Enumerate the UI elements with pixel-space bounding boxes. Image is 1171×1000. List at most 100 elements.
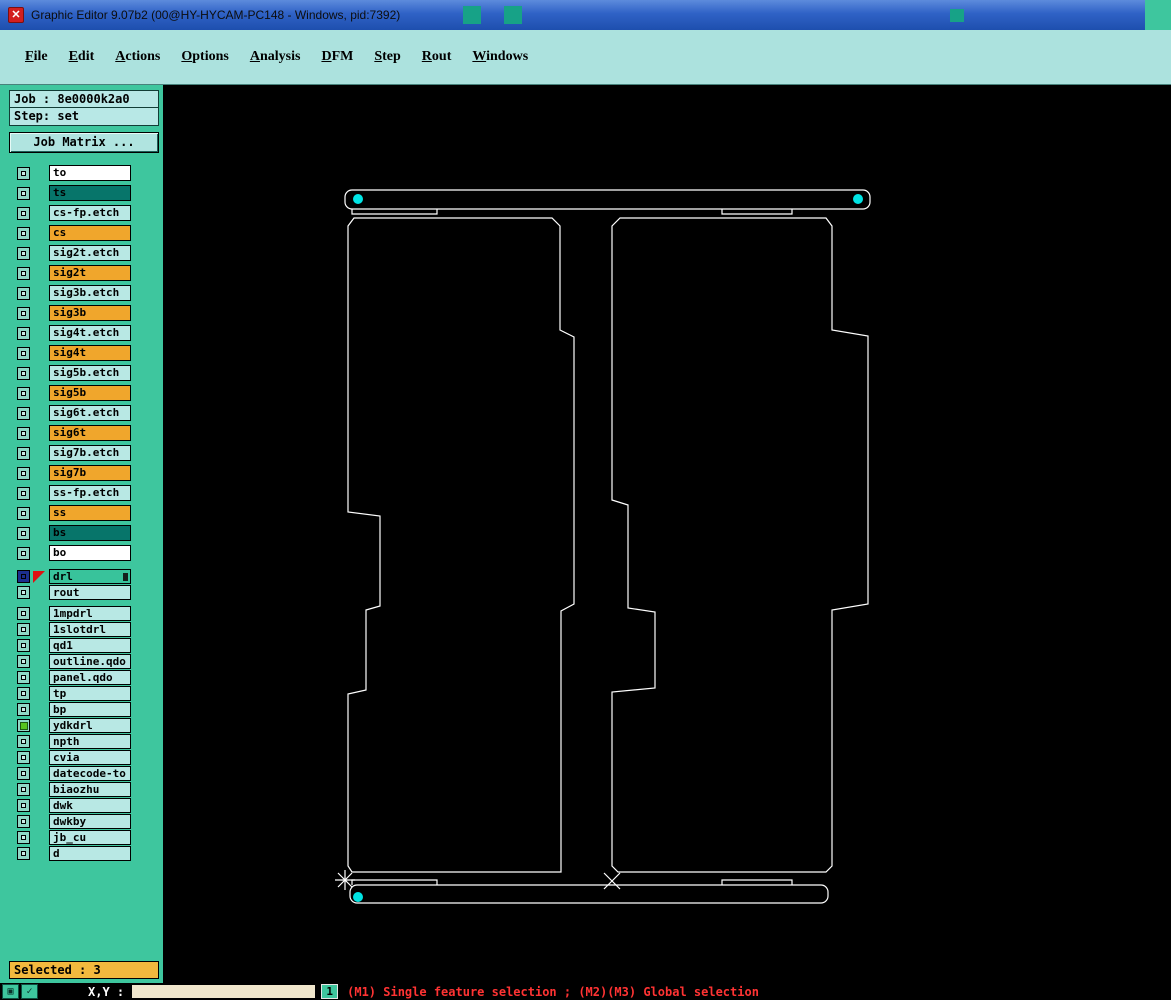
layer-label-1slotdrl[interactable]: 1slotdrl xyxy=(49,622,131,637)
layer-visibility-checkbox-jb_cu[interactable] xyxy=(17,831,30,844)
menu-item-rout[interactable]: Rout xyxy=(422,49,452,65)
layer-visibility-checkbox-sig7b.etch[interactable] xyxy=(17,446,30,460)
layer-visibility-checkbox-dwk[interactable] xyxy=(17,799,30,812)
layer-label-dwkby[interactable]: dwkby xyxy=(49,814,131,829)
layer-label-drl[interactable]: drl xyxy=(49,569,131,584)
layer-visibility-checkbox-qd1[interactable] xyxy=(17,639,30,652)
layer-visibility-checkbox-ydkdrl[interactable] xyxy=(17,719,30,732)
menu-item-step[interactable]: Step xyxy=(374,49,400,65)
layer-visibility-checkbox-bo[interactable] xyxy=(17,546,30,560)
layer-visibility-checkbox-sig2t[interactable] xyxy=(17,266,30,280)
layer-visibility-checkbox-biaozhu[interactable] xyxy=(17,783,30,796)
layer-visibility-checkbox-ss-fp.etch[interactable] xyxy=(17,486,30,500)
menu-item-dfm[interactable]: DFM xyxy=(321,49,353,65)
layer-label-datecode-to[interactable]: datecode-to xyxy=(49,766,131,781)
layer-visibility-checkbox-ss[interactable] xyxy=(17,506,30,520)
layer-label-rout[interactable]: rout xyxy=(49,585,131,600)
checkbox-inner-mark xyxy=(21,370,26,376)
layer-label-sig3b[interactable]: sig3b xyxy=(49,305,131,321)
layer-row-npth: npth xyxy=(0,734,163,749)
layer-visibility-checkbox-sig5b[interactable] xyxy=(17,386,30,400)
layer-visibility-checkbox-panel.qdo[interactable] xyxy=(17,671,30,684)
layer-visibility-checkbox-sig7b[interactable] xyxy=(17,466,30,480)
layer-visibility-checkbox-sig4t.etch[interactable] xyxy=(17,326,30,340)
layer-visibility-checkbox-sig6t[interactable] xyxy=(17,426,30,440)
layer-label-d[interactable]: d xyxy=(49,846,131,861)
layer-visibility-checkbox-tp[interactable] xyxy=(17,687,30,700)
layer-label-outline.qdo[interactable]: outline.qdo xyxy=(49,654,131,669)
layer-label-dwk[interactable]: dwk xyxy=(49,798,131,813)
layer-label-panel.qdo[interactable]: panel.qdo xyxy=(49,670,131,685)
layer-label-sig4t[interactable]: sig4t xyxy=(49,345,131,361)
menu-item-windows[interactable]: Windows xyxy=(472,49,528,65)
layer-label-cs[interactable]: cs xyxy=(49,225,131,241)
layer-visibility-checkbox-sig6t.etch[interactable] xyxy=(17,406,30,420)
layer-visibility-checkbox-bs[interactable] xyxy=(17,526,30,540)
xy-input[interactable] xyxy=(132,985,316,998)
layer-visibility-checkbox-sig2t.etch[interactable] xyxy=(17,246,30,260)
layer-visibility-checkbox-cs-fp.etch[interactable] xyxy=(17,206,30,220)
layer-label-sig5b.etch[interactable]: sig5b.etch xyxy=(49,365,131,381)
layer-visibility-checkbox-1slotdrl[interactable] xyxy=(17,623,30,636)
layer-label-sig4t.etch[interactable]: sig4t.etch xyxy=(49,325,131,341)
editor-canvas[interactable] xyxy=(163,85,1171,983)
layer-label-ss[interactable]: ss xyxy=(49,505,131,521)
layer-label-bs[interactable]: bs xyxy=(49,525,131,541)
layer-label-ts[interactable]: ts xyxy=(49,185,131,201)
layer-visibility-checkbox-npth[interactable] xyxy=(17,735,30,748)
layer-visibility-checkbox-outline.qdo[interactable] xyxy=(17,655,30,668)
layer-row-drl: drl xyxy=(0,569,163,584)
layer-label-cs-fp.etch[interactable]: cs-fp.etch xyxy=(49,205,131,221)
layer-group-1: to ts cs-fp.etch cs sig2t.etch sig2t sig3b.etc… xyxy=(0,165,163,561)
layer-visibility-checkbox-cs[interactable] xyxy=(17,226,30,240)
check-toggle-icon[interactable]: ✓ xyxy=(21,984,38,999)
layer-visibility-checkbox-to[interactable] xyxy=(17,166,30,180)
select-toggle-icon[interactable]: ▣ xyxy=(2,984,19,999)
layer-label-sig6t.etch[interactable]: sig6t.etch xyxy=(49,405,131,421)
menu-item-analysis[interactable]: Analysis xyxy=(250,49,301,65)
layer-label-sig2t.etch[interactable]: sig2t.etch xyxy=(49,245,131,261)
menu-item-file[interactable]: File xyxy=(25,49,48,65)
layer-label-sig7b[interactable]: sig7b xyxy=(49,465,131,481)
layer-visibility-checkbox-sig5b.etch[interactable] xyxy=(17,366,30,380)
layer-visibility-checkbox-datecode-to[interactable] xyxy=(17,767,30,780)
layer-label-tp[interactable]: tp xyxy=(49,686,131,701)
layer-visibility-checkbox-cvia[interactable] xyxy=(17,751,30,764)
layer-visibility-checkbox-dwkby[interactable] xyxy=(17,815,30,828)
menu-item-edit[interactable]: Edit xyxy=(69,49,95,65)
layer-visibility-checkbox-sig3b[interactable] xyxy=(17,306,30,320)
layer-label-sig5b[interactable]: sig5b xyxy=(49,385,131,401)
layer-label-to[interactable]: to xyxy=(49,165,131,181)
menu-item-options[interactable]: Options xyxy=(181,49,228,65)
checkbox-inner-mark xyxy=(19,721,28,730)
checkbox-inner-mark xyxy=(21,675,26,680)
layer-visibility-checkbox-1mpdrl[interactable] xyxy=(17,607,30,620)
layer-visibility-checkbox-sig4t[interactable] xyxy=(17,346,30,360)
layer-visibility-checkbox-sig3b.etch[interactable] xyxy=(17,286,30,300)
layer-label-cvia[interactable]: cvia xyxy=(49,750,131,765)
layer-label-sig7b.etch[interactable]: sig7b.etch xyxy=(49,445,131,461)
layer-label-jb_cu[interactable]: jb_cu xyxy=(49,830,131,845)
layer-visibility-checkbox-bp[interactable] xyxy=(17,703,30,716)
layer-label-bp[interactable]: bp xyxy=(49,702,131,717)
layer-visibility-checkbox-rout[interactable] xyxy=(17,586,30,599)
checkbox-inner-mark xyxy=(21,550,26,556)
layer-label-ss-fp.etch[interactable]: ss-fp.etch xyxy=(49,485,131,501)
layer-label-qd1[interactable]: qd1 xyxy=(49,638,131,653)
layer-label-npth[interactable]: npth xyxy=(49,734,131,749)
layer-label-ydkdrl[interactable]: ydkdrl xyxy=(49,718,131,733)
layer-visibility-checkbox-d[interactable] xyxy=(17,847,30,860)
layer-label-biaozhu[interactable]: biaozhu xyxy=(49,782,131,797)
layer-label-sig3b.etch[interactable]: sig3b.etch xyxy=(49,285,131,301)
job-matrix-button[interactable]: Job Matrix ... xyxy=(9,132,159,153)
layer-row-sig2t.etch: sig2t.etch xyxy=(0,245,163,261)
layer-visibility-checkbox-drl[interactable] xyxy=(17,570,30,583)
layer-label-1mpdrl[interactable]: 1mpdrl xyxy=(49,606,131,621)
spin-button[interactable]: 1 xyxy=(321,984,339,999)
layer-label-sig2t[interactable]: sig2t xyxy=(49,265,131,281)
layer-label-bo[interactable]: bo xyxy=(49,545,131,561)
layer-label-sig6t[interactable]: sig6t xyxy=(49,425,131,441)
app-icon[interactable]: ✕ xyxy=(8,7,24,23)
menu-item-actions[interactable]: Actions xyxy=(115,49,160,65)
layer-visibility-checkbox-ts[interactable] xyxy=(17,186,30,200)
